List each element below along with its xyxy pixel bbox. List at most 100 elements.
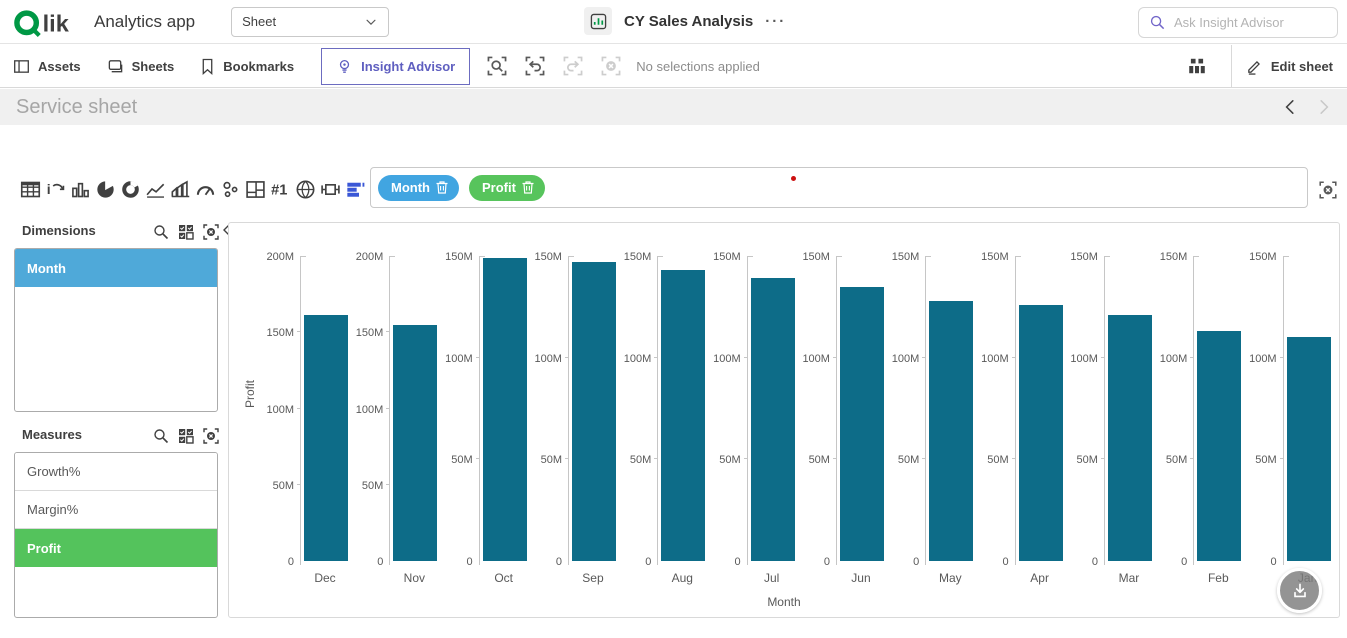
- tick-label: 200M: [266, 251, 294, 263]
- field-pill-profit[interactable]: Profit: [469, 175, 545, 201]
- bar-chart-icon[interactable]: [70, 179, 91, 200]
- measure-item-growth[interactable]: Growth%: [15, 453, 217, 491]
- step-back-icon[interactable]: [524, 55, 546, 77]
- mini-chart-aug: 050M100M150MAug: [616, 256, 705, 561]
- pie-chart-icon[interactable]: [95, 179, 116, 200]
- tick-label: 0: [288, 556, 294, 568]
- pivot-table-icon[interactable]: i: [45, 179, 66, 200]
- dimension-item-month[interactable]: Month: [15, 249, 217, 287]
- measure-item-margin[interactable]: Margin%: [15, 491, 217, 529]
- category-label-dec: Dec: [299, 571, 351, 585]
- y-axis: 050M100M150M200M: [259, 256, 301, 561]
- insight-advisor-button[interactable]: Insight Advisor: [321, 48, 470, 85]
- bar-aug[interactable]: [661, 270, 705, 561]
- edit-sheet-label: Edit sheet: [1271, 59, 1333, 74]
- trash-icon[interactable]: [521, 180, 535, 195]
- gauge-icon[interactable]: [195, 179, 216, 200]
- bar-apr[interactable]: [1019, 305, 1063, 561]
- tick-label: 0: [913, 556, 919, 568]
- tick-label: 200M: [356, 251, 384, 263]
- next-sheet-icon: [1315, 98, 1333, 116]
- edit-sheet-button[interactable]: Edit sheet: [1232, 58, 1347, 75]
- tab-assets[interactable]: Assets: [0, 45, 94, 87]
- line-chart-icon[interactable]: [145, 179, 166, 200]
- bar-jun[interactable]: [840, 287, 884, 562]
- tick-label: 100M: [1070, 353, 1098, 365]
- bar-oct[interactable]: [483, 258, 527, 561]
- field-pill-month[interactable]: Month: [378, 175, 459, 201]
- bar-mar[interactable]: [1108, 315, 1152, 561]
- tick-label: 0: [1092, 556, 1098, 568]
- select-all-icon[interactable]: [177, 223, 195, 241]
- donut-chart-icon[interactable]: [120, 179, 141, 200]
- tick-label: 0: [1003, 556, 1009, 568]
- tab-sheets-label: Sheets: [132, 59, 175, 74]
- tick-label: 50M: [719, 454, 740, 466]
- treemap-icon[interactable]: [245, 179, 266, 200]
- sheet-dropdown[interactable]: Sheet: [231, 7, 389, 37]
- y-axis-title: Profit: [243, 380, 257, 408]
- clear-selections-icon: [600, 55, 622, 77]
- bar-may[interactable]: [929, 301, 973, 561]
- field-pill-input[interactable]: Month Profit: [370, 167, 1308, 208]
- tick-label: 50M: [273, 480, 294, 492]
- tick-label: 0: [1270, 556, 1276, 568]
- selections-status: No selections applied: [636, 59, 760, 74]
- chevron-down-icon: [364, 15, 378, 29]
- previous-sheet-icon[interactable]: [1281, 98, 1299, 116]
- x-axis-title: Month: [229, 595, 1339, 609]
- tab-sheets[interactable]: Sheets: [94, 45, 188, 87]
- sheet-grid-icon[interactable]: [1187, 56, 1207, 76]
- plot-area: [1105, 256, 1152, 561]
- bar-feb[interactable]: [1197, 331, 1241, 561]
- more-options-button[interactable]: ···: [765, 13, 786, 30]
- measure-item-profit[interactable]: Profit: [15, 529, 217, 567]
- bar-jan[interactable]: [1287, 337, 1331, 561]
- ask-insight-advisor-input[interactable]: Ask Insight Advisor: [1138, 7, 1338, 38]
- download-button[interactable]: [1277, 568, 1322, 613]
- kpi-icon[interactable]: #1: [270, 179, 291, 200]
- dimensions-title: Dimensions: [22, 223, 96, 238]
- y-axis: 050M100M150M: [1242, 256, 1284, 561]
- tick-label: 50M: [809, 454, 830, 466]
- plot-area: [301, 256, 348, 561]
- bar-nov[interactable]: [393, 325, 437, 561]
- search-icon[interactable]: [152, 427, 170, 445]
- bar-jul[interactable]: [751, 278, 795, 561]
- clear-fields-icon[interactable]: [1318, 180, 1338, 200]
- histogram-icon[interactable]: [170, 179, 191, 200]
- box-plot-icon[interactable]: [320, 179, 341, 200]
- scatter-plot-icon[interactable]: [220, 179, 241, 200]
- map-icon[interactable]: [295, 179, 316, 200]
- straight-table-icon[interactable]: [20, 179, 41, 200]
- mini-chart-sep: 050M100M150MSep: [527, 256, 616, 561]
- bar-dec[interactable]: [304, 315, 348, 561]
- step-forward-icon: [562, 55, 584, 77]
- smart-search-icon[interactable]: [486, 55, 508, 77]
- mini-chart-dec: 050M100M150M200MDec: [259, 256, 348, 561]
- tick-label: 50M: [362, 480, 383, 492]
- bar-sep[interactable]: [572, 262, 616, 561]
- mekko-chart-icon[interactable]: [345, 179, 366, 200]
- tick-label: 50M: [898, 454, 919, 466]
- tick-label: 150M: [892, 251, 920, 263]
- bar-chart-panel[interactable]: Profit 050M100M150M200MDec050M100M150M20…: [228, 222, 1340, 618]
- tab-bookmarks[interactable]: Bookmarks: [187, 45, 307, 87]
- tick-label: 150M: [713, 251, 741, 263]
- insight-advisor-label: Insight Advisor: [361, 59, 455, 74]
- tick-label: 150M: [1070, 251, 1098, 263]
- plot-area: [837, 256, 884, 561]
- top-bar: lik Analytics app Sheet CY Sales Analysi…: [0, 0, 1347, 44]
- trash-icon[interactable]: [435, 180, 449, 195]
- select-all-icon[interactable]: [177, 427, 195, 445]
- tick-label: 150M: [624, 251, 652, 263]
- clear-selections-icon[interactable]: [202, 223, 220, 241]
- measures-header-icons: [152, 427, 220, 445]
- y-axis: 050M100M150M: [706, 256, 748, 561]
- chart-type-toolbar: i #1: [20, 179, 391, 200]
- plot-area: [1016, 256, 1063, 561]
- plot-area: [1284, 256, 1331, 561]
- tick-label: 0: [824, 556, 830, 568]
- clear-selections-icon[interactable]: [202, 427, 220, 445]
- search-icon[interactable]: [152, 223, 170, 241]
